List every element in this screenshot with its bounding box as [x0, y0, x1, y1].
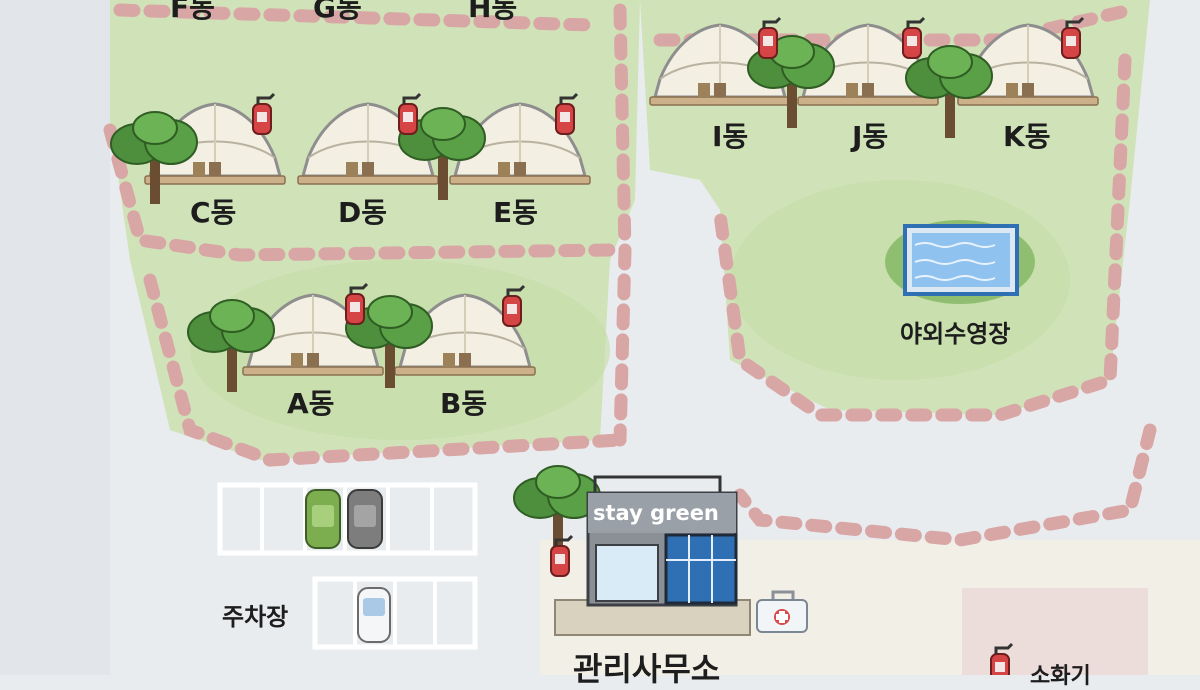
site-label-E: E동 — [493, 196, 538, 229]
office-sign: stay green — [593, 501, 719, 525]
site-label-I: I동 — [712, 120, 749, 153]
site-label-H: H동 — [468, 0, 518, 24]
car-icon — [347, 489, 383, 549]
car-icon — [305, 489, 341, 549]
site-label-J: J동 — [852, 120, 889, 153]
site-label-K: K동 — [1003, 120, 1051, 153]
campsite-map — [0, 0, 1200, 675]
site-label-A: A동 — [287, 387, 335, 420]
site-label-B: B동 — [440, 387, 488, 420]
office-label: 관리사무소 — [573, 650, 721, 688]
pool — [885, 220, 1035, 304]
site-label-D: D동 — [338, 196, 388, 229]
site-label-C: C동 — [190, 196, 237, 229]
legend-label: 소화기 — [1030, 664, 1091, 689]
site-label-F: F동 — [170, 0, 215, 24]
car-icon — [357, 587, 391, 643]
parking-label: 주차장 — [222, 603, 289, 631]
site-label-G: G동 — [313, 0, 362, 24]
pool-label: 야외수영장 — [900, 320, 1011, 348]
